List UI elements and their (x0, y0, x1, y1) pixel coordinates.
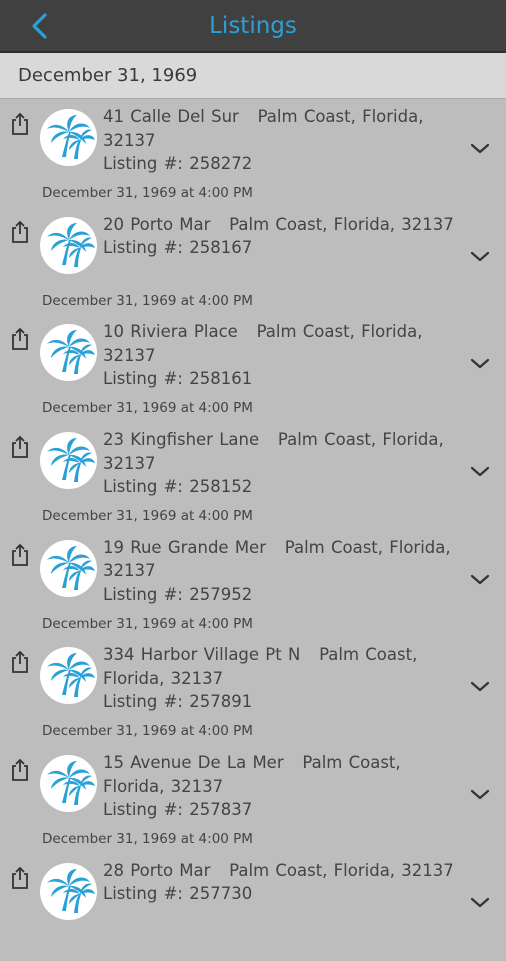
list-item[interactable]: 41 Calle Del Sur Palm Coast, Florida, 32… (0, 99, 506, 207)
share-button[interactable] (9, 757, 31, 783)
listing-address: 10 Riviera Place (103, 322, 238, 342)
listing-timestamp: December 31, 1969 at 4:00 PM (42, 615, 253, 632)
chevron-down-icon (470, 790, 490, 800)
share-icon (12, 435, 28, 458)
chevron-down-icon (470, 897, 490, 907)
listing-details: 20 Porto Mar Palm Coast, Florida, 32137 … (103, 213, 463, 260)
expand-button[interactable] (468, 249, 492, 265)
listing-details: 23 Kingfisher Lane Palm Coast, Florida, … (103, 428, 463, 499)
listing-details: 41 Calle Del Sur Palm Coast, Florida, 32… (103, 105, 463, 176)
listing-address: 41 Calle Del Sur (103, 107, 239, 126)
share-button[interactable] (9, 434, 31, 460)
listing-logo (40, 755, 97, 813)
listing-timestamp: December 31, 1969 at 4:00 PM (42, 831, 253, 848)
palm-tree-logo-icon (47, 868, 95, 913)
chevron-left-icon (32, 13, 47, 39)
listing-timestamp: December 31, 1969 at 4:00 PM (42, 508, 253, 525)
listing-logo (40, 324, 97, 382)
share-icon (12, 866, 28, 889)
listing-address: 334 Harbor Village Pt N (103, 645, 301, 665)
listing-number: Listing #: 258152 (103, 477, 253, 497)
palm-tree-logo-icon (47, 222, 95, 267)
listing-timestamp: December 31, 1969 at 4:00 PM (42, 723, 253, 740)
listing-details: 19 Rue Grande Mer Palm Coast, Florida, 3… (103, 536, 463, 607)
listing-details: 334 Harbor Village Pt N Palm Coast, Flor… (103, 643, 463, 714)
share-icon (12, 543, 28, 566)
listing-number: Listing #: 258167 (103, 238, 253, 258)
listing-city: Palm Coast, Florida, 32137 (229, 214, 454, 234)
expand-button[interactable] (468, 895, 492, 911)
listing-city: Palm Coast, Florida, 32137 (229, 860, 454, 880)
share-button[interactable] (9, 865, 31, 891)
chevron-down-icon (470, 682, 490, 692)
listing-address: 23 Kingfisher Lane (103, 430, 260, 450)
share-button[interactable] (9, 649, 31, 675)
listing-address: 28 Porto Mar (103, 860, 211, 880)
chevron-down-icon (470, 359, 490, 369)
listing-logo (40, 539, 97, 597)
chevron-down-icon (470, 143, 490, 154)
listing-address: 15 Avenue De La Mer (103, 753, 284, 773)
palm-tree-logo-icon (47, 438, 95, 483)
listing-number: Listing #: 257730 (103, 884, 253, 904)
share-icon (12, 220, 28, 243)
top-bar: Listings (0, 0, 506, 53)
palm-tree-logo-icon (47, 653, 95, 698)
listing-logo (40, 647, 97, 705)
palm-tree-logo-icon (47, 330, 95, 375)
share-icon (12, 112, 28, 135)
share-button[interactable] (9, 111, 31, 137)
section-date: December 31, 1969 (18, 65, 198, 86)
expand-button[interactable] (468, 141, 492, 157)
chevron-down-icon (470, 251, 490, 261)
palm-tree-logo-icon (47, 545, 95, 590)
palm-tree-logo-icon (47, 115, 95, 159)
listing-logo (40, 862, 97, 920)
expand-button[interactable] (468, 356, 492, 372)
expand-button[interactable] (468, 464, 492, 480)
list-item[interactable]: 20 Porto Mar Palm Coast, Florida, 32137 … (0, 207, 506, 315)
list-item[interactable]: 19 Rue Grande Mer Palm Coast, Florida, 3… (0, 530, 506, 638)
page-title: Listings (209, 13, 297, 39)
listing-details: 28 Porto Mar Palm Coast, Florida, 32137 … (103, 859, 463, 906)
listing-number: Listing #: 258161 (103, 369, 253, 389)
expand-button[interactable] (468, 787, 492, 803)
back-button[interactable] (24, 8, 54, 44)
section-header: December 31, 1969 (0, 53, 506, 99)
listing-details: 15 Avenue De La Mer Palm Coast, Florida,… (103, 751, 463, 822)
listings-list: 41 Calle Del Sur Palm Coast, Florida, 32… (0, 99, 506, 961)
listing-number: Listing #: 258272 (103, 154, 253, 173)
chevron-down-icon (470, 466, 490, 477)
listing-number: Listing #: 257837 (103, 800, 253, 820)
list-item[interactable]: 15 Avenue De La Mer Palm Coast, Florida,… (0, 745, 506, 853)
expand-button[interactable] (468, 679, 492, 695)
share-icon (12, 651, 28, 674)
listing-number: Listing #: 257952 (103, 584, 253, 604)
list-item[interactable]: 23 Kingfisher Lane Palm Coast, Florida, … (0, 422, 506, 530)
listing-timestamp: December 31, 1969 at 4:00 PM (42, 185, 253, 201)
expand-button[interactable] (468, 572, 492, 588)
list-item[interactable]: 10 Riviera Place Palm Coast, Florida, 32… (0, 314, 506, 422)
palm-tree-logo-icon (47, 761, 95, 806)
listing-logo (40, 109, 97, 166)
list-item[interactable]: 28 Porto Mar Palm Coast, Florida, 32137 … (0, 853, 506, 961)
listing-details: 10 Riviera Place Palm Coast, Florida, 32… (103, 320, 463, 391)
listing-logo (40, 216, 97, 274)
listing-logo (40, 432, 97, 490)
share-button[interactable] (9, 326, 31, 352)
listing-address: 19 Rue Grande Mer (103, 537, 266, 557)
share-icon (12, 758, 28, 782)
listing-number: Listing #: 257891 (103, 692, 253, 712)
share-button[interactable] (9, 542, 31, 568)
chevron-down-icon (470, 574, 490, 584)
list-item[interactable]: 334 Harbor Village Pt N Palm Coast, Flor… (0, 637, 506, 745)
share-button[interactable] (9, 219, 31, 245)
listing-timestamp: December 31, 1969 at 4:00 PM (42, 400, 253, 417)
listing-timestamp: December 31, 1969 at 4:00 PM (42, 292, 253, 309)
share-icon (12, 328, 28, 351)
listing-address: 20 Porto Mar (103, 214, 211, 234)
